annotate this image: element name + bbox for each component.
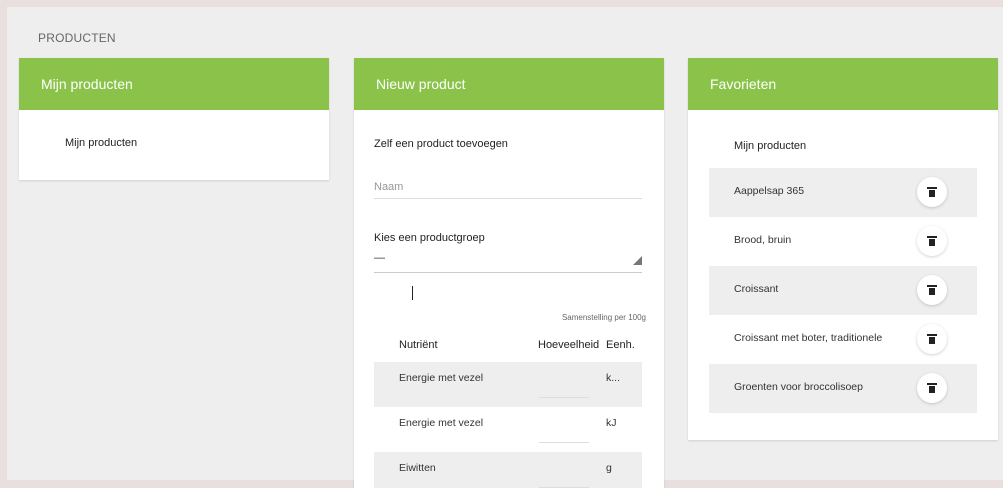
my-products-header: Mijn producten [19, 58, 329, 110]
nutrient-row: Energie met vezel kJ [374, 407, 642, 452]
column-nutrient: Nutriënt [399, 339, 438, 351]
column-unit: Eenh. [606, 339, 635, 351]
nutrient-row: Eiwitten g [374, 452, 642, 488]
favorite-name: Croissant [734, 283, 779, 295]
delete-button[interactable] [917, 177, 947, 207]
trash-icon [927, 187, 937, 198]
nutrient-name: Energie met vezel [399, 417, 484, 429]
my-products-card: Mijn producten Mijn producten [19, 58, 329, 180]
favorite-name: Croissant met boter, traditionele [734, 332, 883, 344]
nutrient-name: Eiwitten [399, 462, 436, 474]
nutrient-unit: g [606, 462, 612, 474]
new-product-header: Nieuw product [354, 58, 664, 110]
name-input[interactable] [374, 176, 642, 199]
trash-icon [927, 383, 937, 394]
delete-button[interactable] [917, 275, 947, 305]
product-group-select[interactable]: — [374, 248, 642, 273]
favorite-name: Groenten voor broccolisoep [734, 381, 863, 393]
composition-note: Samenstelling per 100g [561, 313, 646, 322]
favorites-subtitle: Mijn producten [734, 140, 807, 152]
new-product-card: Nieuw product Zelf een product toevoegen… [354, 58, 664, 488]
product-group-value: — [374, 252, 385, 264]
favorite-item[interactable]: Aappelsap 365 [709, 168, 977, 217]
amount-input[interactable] [539, 397, 589, 398]
add-product-label: Zelf een product toevoegen [374, 138, 508, 150]
favorite-item[interactable]: Groenten voor broccolisoep [709, 364, 977, 413]
favorite-name: Aappelsap 365 [734, 185, 805, 197]
trash-icon [927, 285, 937, 296]
favorite-name: Brood, bruin [734, 234, 792, 246]
favorites-header: Favorieten [688, 58, 998, 110]
trash-icon [927, 334, 937, 345]
favorite-item[interactable]: Croissant [709, 266, 977, 315]
nutrient-unit: kJ [606, 417, 617, 429]
amount-input[interactable] [539, 442, 589, 443]
page-title: PRODUCTEN [38, 31, 116, 45]
column-amount: Hoeveelheid [538, 339, 600, 351]
nutrient-unit: k... [606, 372, 621, 384]
nutrient-name: Energie met vezel [399, 372, 484, 384]
product-group-label: Kies een productgroep [374, 232, 485, 244]
dropdown-arrow-icon [633, 256, 642, 265]
page: PRODUCTEN Mijn producten Mijn producten … [7, 7, 1003, 488]
delete-button[interactable] [917, 373, 947, 403]
nutrient-row: Energie met vezel k... [374, 362, 642, 407]
favorites-card: Favorieten Mijn producten Aappelsap 365 … [688, 58, 998, 440]
favorite-item[interactable]: Brood, bruin [709, 217, 977, 266]
trash-icon [927, 236, 937, 247]
my-products-link[interactable]: Mijn producten [65, 137, 137, 149]
text-cursor [412, 286, 413, 300]
delete-button[interactable] [917, 324, 947, 354]
delete-button[interactable] [917, 226, 947, 256]
favorite-item[interactable]: Croissant met boter, traditionele [709, 315, 977, 364]
